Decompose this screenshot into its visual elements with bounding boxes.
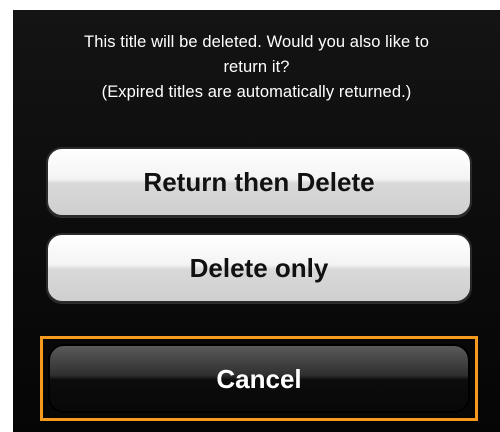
dialog-message-line-1: This title will be deleted. Would you al… — [84, 33, 429, 51]
return-then-delete-button[interactable]: Return then Delete — [46, 147, 472, 217]
screen: This title will be deleted. Would you al… — [0, 0, 500, 432]
dialog-message-line-3: (Expired titles are automatically return… — [101, 83, 412, 101]
delete-only-button[interactable]: Delete only — [46, 233, 472, 303]
action-sheet: This title will be deleted. Would you al… — [13, 10, 500, 432]
cancel-button[interactable]: Cancel — [48, 344, 470, 413]
dialog-message-line-2: return it? — [223, 58, 290, 76]
dialog-message: This title will be deleted. Would you al… — [13, 30, 500, 105]
